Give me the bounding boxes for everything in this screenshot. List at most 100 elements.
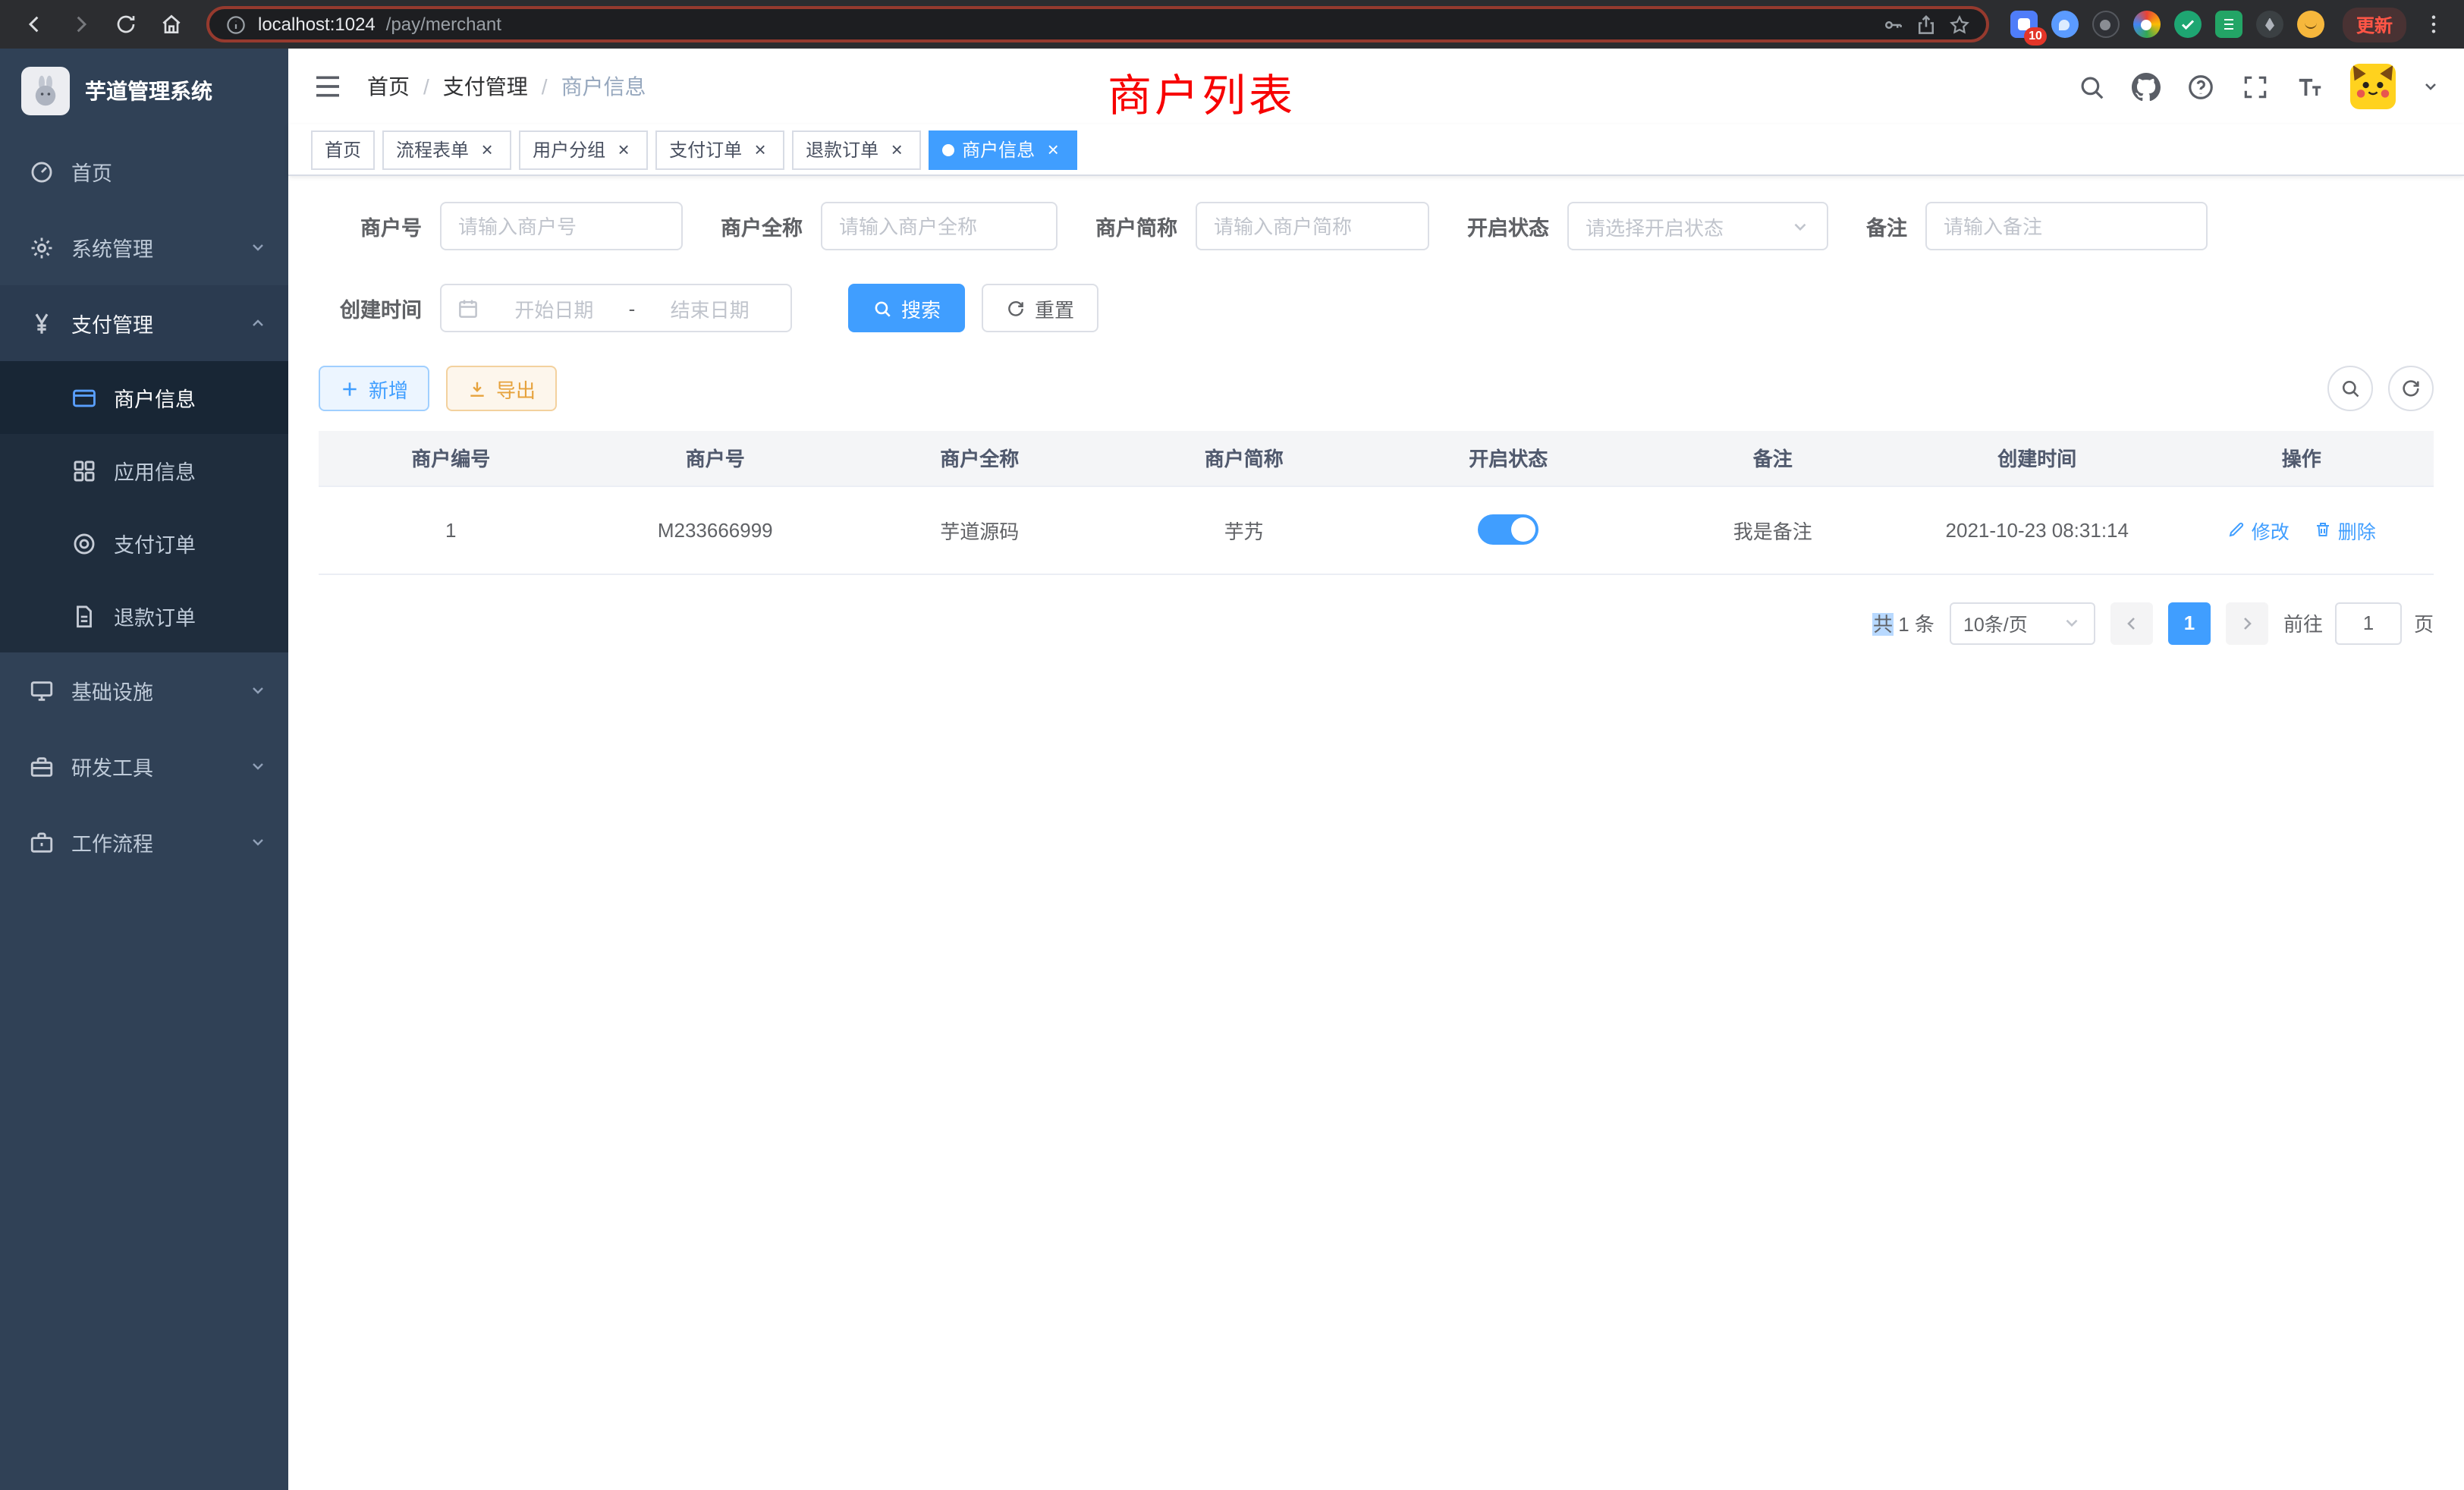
tab-user-group[interactable]: 用户分组×: [519, 130, 648, 169]
search-button[interactable]: 搜索: [848, 284, 965, 332]
gear-icon: [27, 234, 55, 261]
close-tab-icon[interactable]: ×: [1042, 139, 1064, 160]
reload-button[interactable]: [106, 5, 146, 44]
sidebar-item-refund-order[interactable]: 退款订单: [0, 580, 288, 652]
extension-colorwheel-icon[interactable]: [2133, 11, 2161, 38]
info-icon[interactable]: [225, 13, 247, 36]
extension-puzzle-icon[interactable]: 10: [2010, 11, 2038, 38]
sidebar-item-home[interactable]: 首页: [0, 134, 288, 209]
add-button-label: 新增: [369, 374, 408, 403]
sidebar-item-label: 系统管理: [71, 232, 153, 262]
card-icon: [70, 384, 97, 411]
close-tab-icon[interactable]: ×: [750, 139, 771, 160]
browser-toolbar: localhost:1024/pay/merchant 10 更新: [0, 0, 2464, 49]
sidebar-item-infrastructure[interactable]: 基础设施: [0, 652, 288, 728]
toggle-search-button[interactable]: [2327, 366, 2373, 411]
reset-button-label: 重置: [1035, 294, 1074, 322]
cell-created-at: 2021-10-23 08:31:14: [1905, 486, 2170, 574]
tab-home[interactable]: 首页: [311, 130, 375, 169]
tab-refund-order[interactable]: 退款订单×: [792, 130, 921, 169]
close-tab-icon[interactable]: ×: [476, 139, 498, 160]
fullscreen-icon[interactable]: [2241, 72, 2270, 101]
reset-button[interactable]: 重置: [982, 284, 1098, 332]
avatar-caret-icon[interactable]: [2422, 77, 2440, 96]
page-size-select[interactable]: 10条/页: [1950, 602, 2095, 644]
sidebar-item-merchant-info[interactable]: 商户信息: [0, 361, 288, 434]
sidebar-item-system[interactable]: 系统管理: [0, 209, 288, 285]
sidebar-item-payment[interactable]: 支付管理: [0, 285, 288, 361]
tab-process-form[interactable]: 流程表单×: [382, 130, 511, 169]
open-status-select[interactable]: 请选择开启状态: [1567, 202, 1828, 250]
sidebar-item-dev-tools[interactable]: 研发工具: [0, 728, 288, 804]
extension-drop-icon[interactable]: [2051, 11, 2079, 38]
status-toggle[interactable]: [1478, 514, 1538, 545]
home-button[interactable]: [152, 5, 191, 44]
cell-full-name: 芋道源码: [847, 486, 1112, 574]
annotation-title: 商户列表: [1108, 61, 1296, 124]
extension-dark-icon[interactable]: [2092, 11, 2120, 38]
update-button[interactable]: 更新: [2343, 7, 2406, 42]
sidebar-item-app-info[interactable]: 应用信息: [0, 434, 288, 507]
chevron-down-icon: [2062, 613, 2082, 633]
extension-pin-icon[interactable]: [2256, 11, 2283, 38]
goto-page-input[interactable]: [2335, 602, 2402, 644]
remark-input[interactable]: [1944, 215, 2189, 237]
delete-link[interactable]: 删除: [2314, 515, 2376, 544]
prev-page-button[interactable]: [2110, 602, 2153, 644]
search-icon[interactable]: [2077, 72, 2106, 101]
navbar-actions: [2077, 64, 2440, 109]
briefcase-icon: [27, 828, 55, 856]
merchant-short-name-input[interactable]: [1214, 215, 1411, 237]
pencil-icon: [2227, 520, 2246, 539]
merchant-full-name-input[interactable]: [839, 215, 1039, 237]
breadcrumb-separator: /: [423, 74, 429, 99]
cell-merchant-id: 1: [319, 486, 583, 574]
top-navbar: 首页 / 支付管理 / 商户信息 商户列表: [288, 49, 2464, 124]
export-button[interactable]: 导出: [446, 366, 557, 411]
tab-pay-order[interactable]: 支付订单×: [655, 130, 784, 169]
collapse-sidebar-button[interactable]: [313, 71, 343, 102]
back-button[interactable]: [15, 5, 55, 44]
extension-sheets-icon[interactable]: [2215, 11, 2242, 38]
browser-menu-button[interactable]: [2418, 9, 2449, 39]
user-avatar[interactable]: [2350, 64, 2396, 109]
current-page-button[interactable]: 1: [2168, 602, 2211, 644]
edit-link[interactable]: 修改: [2227, 515, 2290, 544]
breadcrumb-payment[interactable]: 支付管理: [443, 71, 528, 102]
merchant-no-input[interactable]: [458, 215, 665, 237]
refresh-table-button[interactable]: [2388, 366, 2434, 411]
filter-label: 商户简称: [1095, 211, 1177, 241]
github-icon[interactable]: [2132, 72, 2161, 101]
app-root: 芋道管理系统 首页 系统管理 支付管理: [0, 49, 2464, 1490]
close-tab-icon[interactable]: ×: [886, 139, 907, 160]
date-end-placeholder: 结束日期: [644, 294, 775, 322]
column-header: 备注: [1641, 431, 1906, 486]
extension-check-icon[interactable]: [2174, 11, 2202, 38]
add-button[interactable]: 新增: [319, 366, 429, 411]
trash-icon: [2314, 520, 2332, 539]
toolbox-icon: [27, 753, 55, 780]
key-icon[interactable]: [1881, 13, 1904, 36]
date-range-picker[interactable]: 开始日期 - 结束日期: [440, 284, 792, 332]
app-logo[interactable]: 芋道管理系统: [0, 49, 288, 134]
address-bar[interactable]: localhost:1024/pay/merchant: [206, 6, 1989, 42]
extensions-row: 10: [2010, 11, 2324, 38]
share-icon[interactable]: [1915, 13, 1938, 36]
font-size-icon[interactable]: [2296, 72, 2324, 101]
url-path: /pay/merchant: [386, 14, 501, 35]
extension-avatar-icon[interactable]: [2297, 11, 2324, 38]
date-start-placeholder: 开始日期: [489, 294, 620, 322]
close-tab-icon[interactable]: ×: [613, 139, 634, 160]
next-page-button[interactable]: [2226, 602, 2268, 644]
export-button-label: 导出: [496, 374, 536, 403]
tab-merchant-info[interactable]: 商户信息×: [929, 130, 1077, 169]
help-icon[interactable]: [2186, 72, 2215, 101]
url-host: localhost:1024: [258, 14, 376, 35]
forward-button[interactable]: [61, 5, 100, 44]
sidebar-item-workflow[interactable]: 工作流程: [0, 804, 288, 880]
bookmark-star-icon[interactable]: [1948, 13, 1971, 36]
app-title: 芋道管理系统: [85, 76, 212, 106]
sidebar-item-pay-order[interactable]: 支付订单: [0, 507, 288, 580]
column-header: 商户编号: [319, 431, 583, 486]
breadcrumb-home[interactable]: 首页: [367, 71, 410, 102]
